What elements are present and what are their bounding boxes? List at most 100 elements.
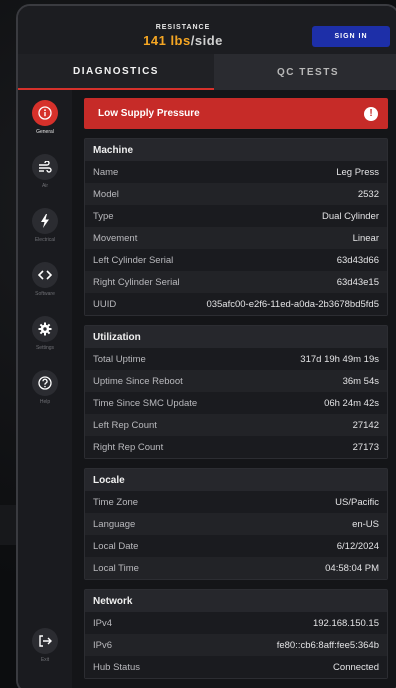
table-row: IPv6 fe80::cb6:8aff:fee5:364b: [85, 634, 387, 656]
utilization-rows: Total Uptime 317d 19h 49m 19s Uptime Sinc…: [85, 348, 387, 458]
section-title: Locale: [85, 469, 387, 491]
row-key: Total Uptime: [93, 353, 146, 365]
row-key: Right Cylinder Serial: [93, 276, 180, 288]
row-value: 2532: [357, 188, 379, 200]
alert-banner[interactable]: Low Supply Pressure !: [84, 98, 388, 129]
row-value: Linear: [352, 232, 379, 244]
row-value: 035afc00-e2f6-11ed-a0da-2b3678bd5fd5: [206, 298, 379, 310]
row-value: 04:58:04 PM: [325, 562, 379, 574]
table-row: UUID 035afc00-e2f6-11ed-a0da-2b3678bd5fd5: [85, 293, 387, 315]
tab-diagnostics[interactable]: DIAGNOSTICS: [18, 54, 214, 90]
table-row: Left Cylinder Serial 63d43d66: [85, 249, 387, 271]
sidebar-item-help[interactable]: Help: [18, 370, 72, 405]
sidebar-item-label: Electrical: [34, 237, 56, 243]
sidebar-item-exit[interactable]: Exit: [18, 628, 72, 663]
gear-icon: [32, 316, 58, 342]
table-row: Movement Linear: [85, 227, 387, 249]
table-row: Left Rep Count 27142: [85, 414, 387, 436]
sidebar-item-label: Settings: [35, 345, 55, 351]
sidebar-item-software[interactable]: Software: [18, 262, 72, 297]
resistance-value: 141 lbs/side: [18, 33, 348, 48]
exit-icon: [32, 628, 58, 654]
row-value: 06h 24m 42s: [324, 397, 379, 409]
table-row: Time Since SMC Update 06h 24m 42s: [85, 392, 387, 414]
tab-bar: DIAGNOSTICS QC TESTS: [18, 54, 396, 90]
machine-section: Machine Name Leg Press Model 2532 Type Dual…: [84, 138, 388, 316]
row-value: en-US: [352, 518, 379, 530]
network-section: Network IPv4 192.168.150.15 IPv6 fe80::cb6…: [84, 589, 388, 679]
table-row: Local Date 6/12/2024: [85, 535, 387, 557]
locale-section: Locale Time Zone US/Pacific Language en-US…: [84, 468, 388, 580]
sidebar-item-label: Air: [41, 183, 49, 189]
row-key: IPv4: [93, 617, 113, 629]
row-value: 63d43d66: [336, 254, 379, 266]
row-key: Local Time: [93, 562, 139, 574]
locale-rows: Time Zone US/Pacific Language en-US Local …: [85, 491, 387, 579]
section-title: Machine: [85, 139, 387, 161]
table-row: Total Uptime 317d 19h 49m 19s: [85, 348, 387, 370]
row-key: Name: [93, 166, 119, 178]
table-row: Name Leg Press: [85, 161, 387, 183]
row-key: Left Rep Count: [93, 419, 157, 431]
help-icon: [32, 370, 58, 396]
row-key: Type: [93, 210, 114, 222]
table-row: Type Dual Cylinder: [85, 205, 387, 227]
diagnostics-content: Low Supply Pressure ! Machine Name Leg Pr…: [84, 98, 388, 679]
table-row: Right Rep Count 27173: [85, 436, 387, 458]
top-bar: RESISTANCE 141 lbs/side SIGN IN: [18, 6, 396, 54]
row-value: 36m 54s: [342, 375, 379, 387]
row-key: Local Date: [93, 540, 139, 552]
sidebar-item-label: General: [36, 129, 54, 135]
table-row: Model 2532: [85, 183, 387, 205]
air-icon: [32, 154, 58, 180]
utilization-section: Utilization Total Uptime 317d 19h 49m 19s…: [84, 325, 388, 459]
sidebar-item-label: Exit: [40, 657, 50, 663]
row-key: Uptime Since Reboot: [93, 375, 183, 387]
table-row: Right Cylinder Serial 63d43e15: [85, 271, 387, 293]
section-title: Network: [85, 590, 387, 612]
row-value: fe80::cb6:8aff:fee5:364b: [276, 639, 379, 651]
table-row: Local Time 04:58:04 PM: [85, 557, 387, 579]
sidebar-item-settings[interactable]: Settings: [18, 316, 72, 351]
sidebar-item-general[interactable]: General: [18, 100, 72, 135]
device-frame: RESISTANCE 141 lbs/side SIGN IN DIAGNOST…: [16, 4, 396, 688]
sidebar-item-electrical[interactable]: Electrical: [18, 208, 72, 243]
table-row: Hub Status Connected: [85, 656, 387, 678]
row-key: Hub Status: [93, 661, 140, 673]
sidebar-item-air[interactable]: Air: [18, 154, 72, 189]
machine-rows: Name Leg Press Model 2532 Type Dual Cylinde…: [85, 161, 387, 315]
info-icon: [32, 100, 58, 126]
row-key: Time Since SMC Update: [93, 397, 198, 409]
table-row: Time Zone US/Pacific: [85, 491, 387, 513]
code-icon: [32, 262, 58, 288]
row-value: Leg Press: [336, 166, 379, 178]
row-value: 27173: [352, 441, 379, 453]
row-value: 192.168.150.15: [312, 617, 379, 629]
sidebar: General Air Electrical Software Settings…: [18, 90, 72, 688]
row-key: IPv6: [93, 639, 113, 651]
row-value: 6/12/2024: [336, 540, 379, 552]
row-value: Connected: [333, 661, 379, 673]
table-row: Uptime Since Reboot 36m 54s: [85, 370, 387, 392]
resistance-label: RESISTANCE: [155, 24, 211, 31]
row-value: 317d 19h 49m 19s: [300, 353, 379, 365]
row-key: Right Rep Count: [93, 441, 164, 453]
row-key: Left Cylinder Serial: [93, 254, 174, 266]
alert-text: Low Supply Pressure: [98, 108, 200, 119]
section-title: Utilization: [85, 326, 387, 348]
tab-qc-tests[interactable]: QC TESTS: [214, 54, 396, 90]
table-row: IPv4 192.168.150.15: [85, 612, 387, 634]
row-key: Movement: [93, 232, 138, 244]
bolt-icon: [32, 208, 58, 234]
table-row: Language en-US: [85, 513, 387, 535]
row-value: Dual Cylinder: [321, 210, 379, 222]
exclamation-icon: !: [364, 106, 378, 121]
resistance-unit: /side: [190, 33, 223, 48]
row-value: 63d43e15: [336, 276, 379, 288]
row-key: Language: [93, 518, 136, 530]
row-value: 27142: [352, 419, 379, 431]
row-key: Time Zone: [93, 496, 139, 508]
row-key: UUID: [93, 298, 117, 310]
sign-in-button[interactable]: SIGN IN: [312, 26, 390, 47]
row-value: US/Pacific: [335, 496, 379, 508]
